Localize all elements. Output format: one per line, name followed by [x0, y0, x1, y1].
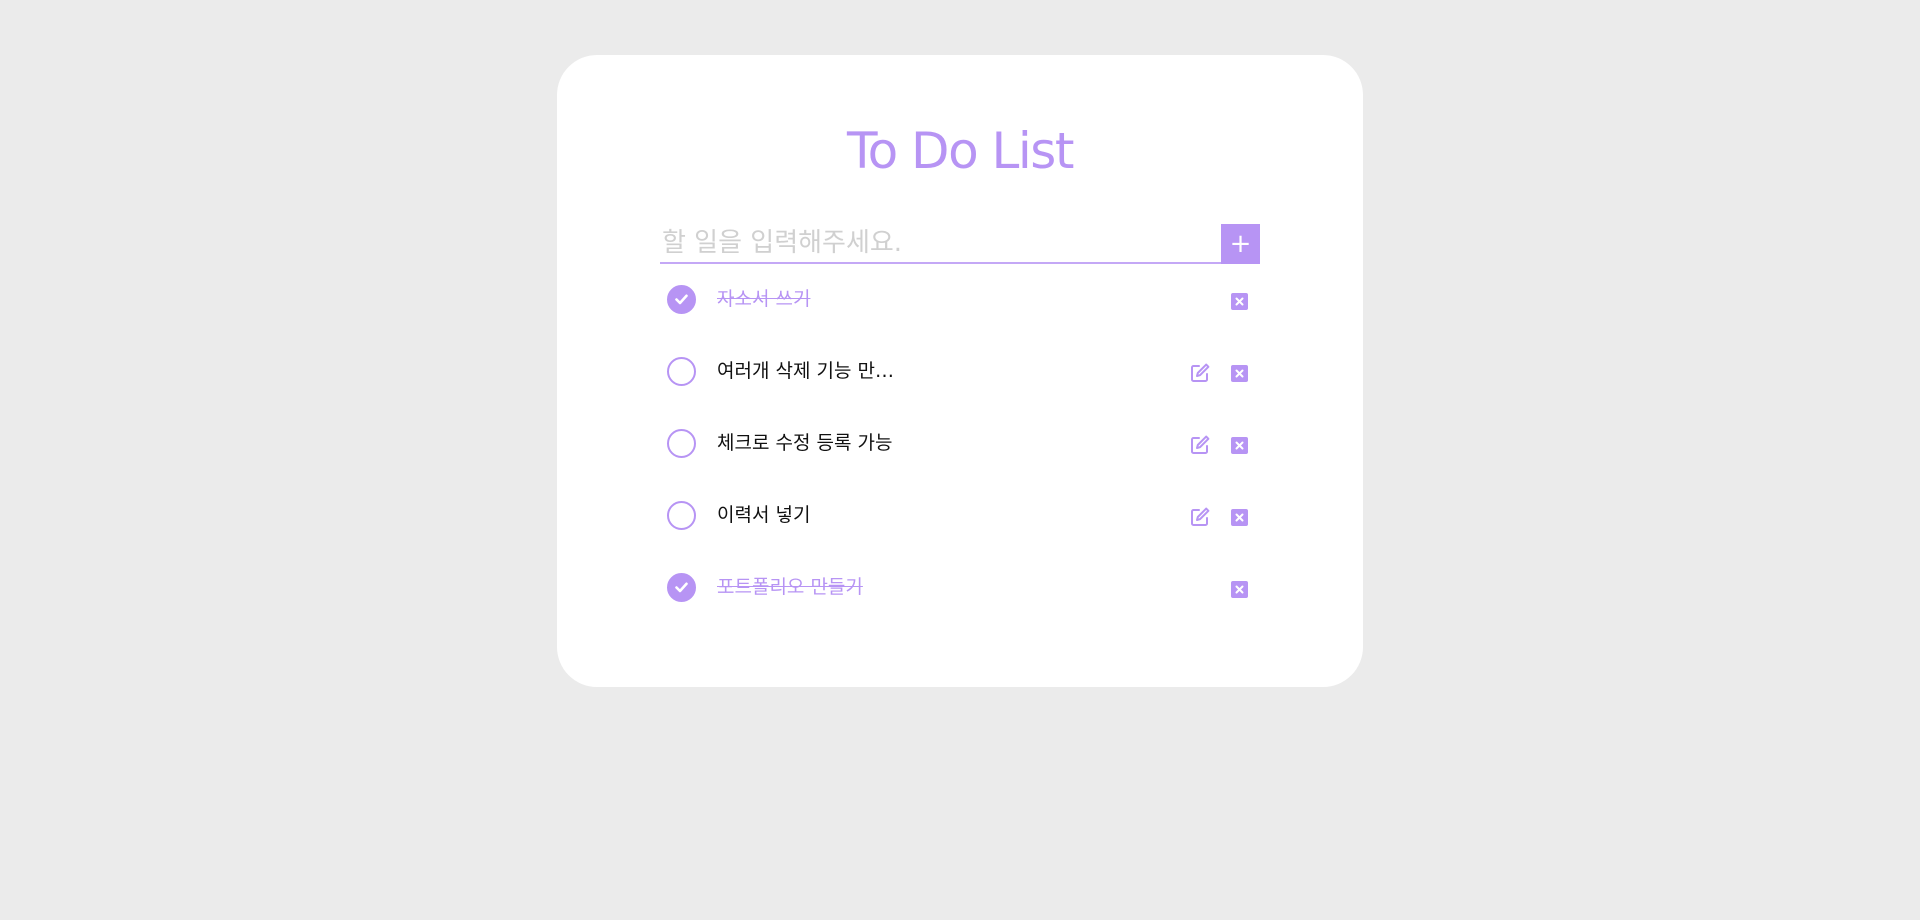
todo-text: 포트폴리오 만들기 [717, 576, 863, 598]
todo-item: 여러개 삭제 기능 만… [660, 343, 1260, 415]
delete-icon[interactable] [1231, 581, 1248, 598]
delete-icon[interactable] [1231, 365, 1248, 382]
edit-icon[interactable] [1189, 434, 1211, 456]
todo-list: 자소서 쓰기여러개 삭제 기능 만… 체크로 수정 등록 가능이력서 넣기포트폴리… [660, 271, 1260, 631]
edit-icon[interactable] [1189, 506, 1211, 528]
delete-icon[interactable] [1231, 293, 1248, 310]
check-circle-icon[interactable] [667, 501, 696, 530]
todo-item: 이력서 넣기 [660, 487, 1260, 559]
delete-icon[interactable] [1231, 509, 1248, 526]
page-title: To Do List [847, 122, 1074, 180]
check-circle-icon[interactable] [667, 357, 696, 386]
todo-text: 여러개 삭제 기능 만… [717, 360, 894, 382]
check-circle-icon[interactable] [667, 285, 696, 314]
todo-text: 자소서 쓰기 [717, 288, 811, 310]
check-circle-icon[interactable] [667, 429, 696, 458]
check-circle-icon[interactable] [667, 573, 696, 602]
edit-icon[interactable] [1189, 362, 1211, 384]
add-button[interactable]: + [1221, 224, 1260, 264]
todo-input[interactable] [660, 224, 1223, 264]
todo-text: 체크로 수정 등록 가능 [717, 432, 893, 454]
delete-icon[interactable] [1231, 437, 1248, 454]
todo-item: 포트폴리오 만들기 [660, 559, 1260, 631]
todo-text: 이력서 넣기 [717, 504, 811, 526]
todo-item: 체크로 수정 등록 가능 [660, 415, 1260, 487]
todo-item: 자소서 쓰기 [660, 271, 1260, 343]
todo-input-row: + [660, 224, 1260, 264]
